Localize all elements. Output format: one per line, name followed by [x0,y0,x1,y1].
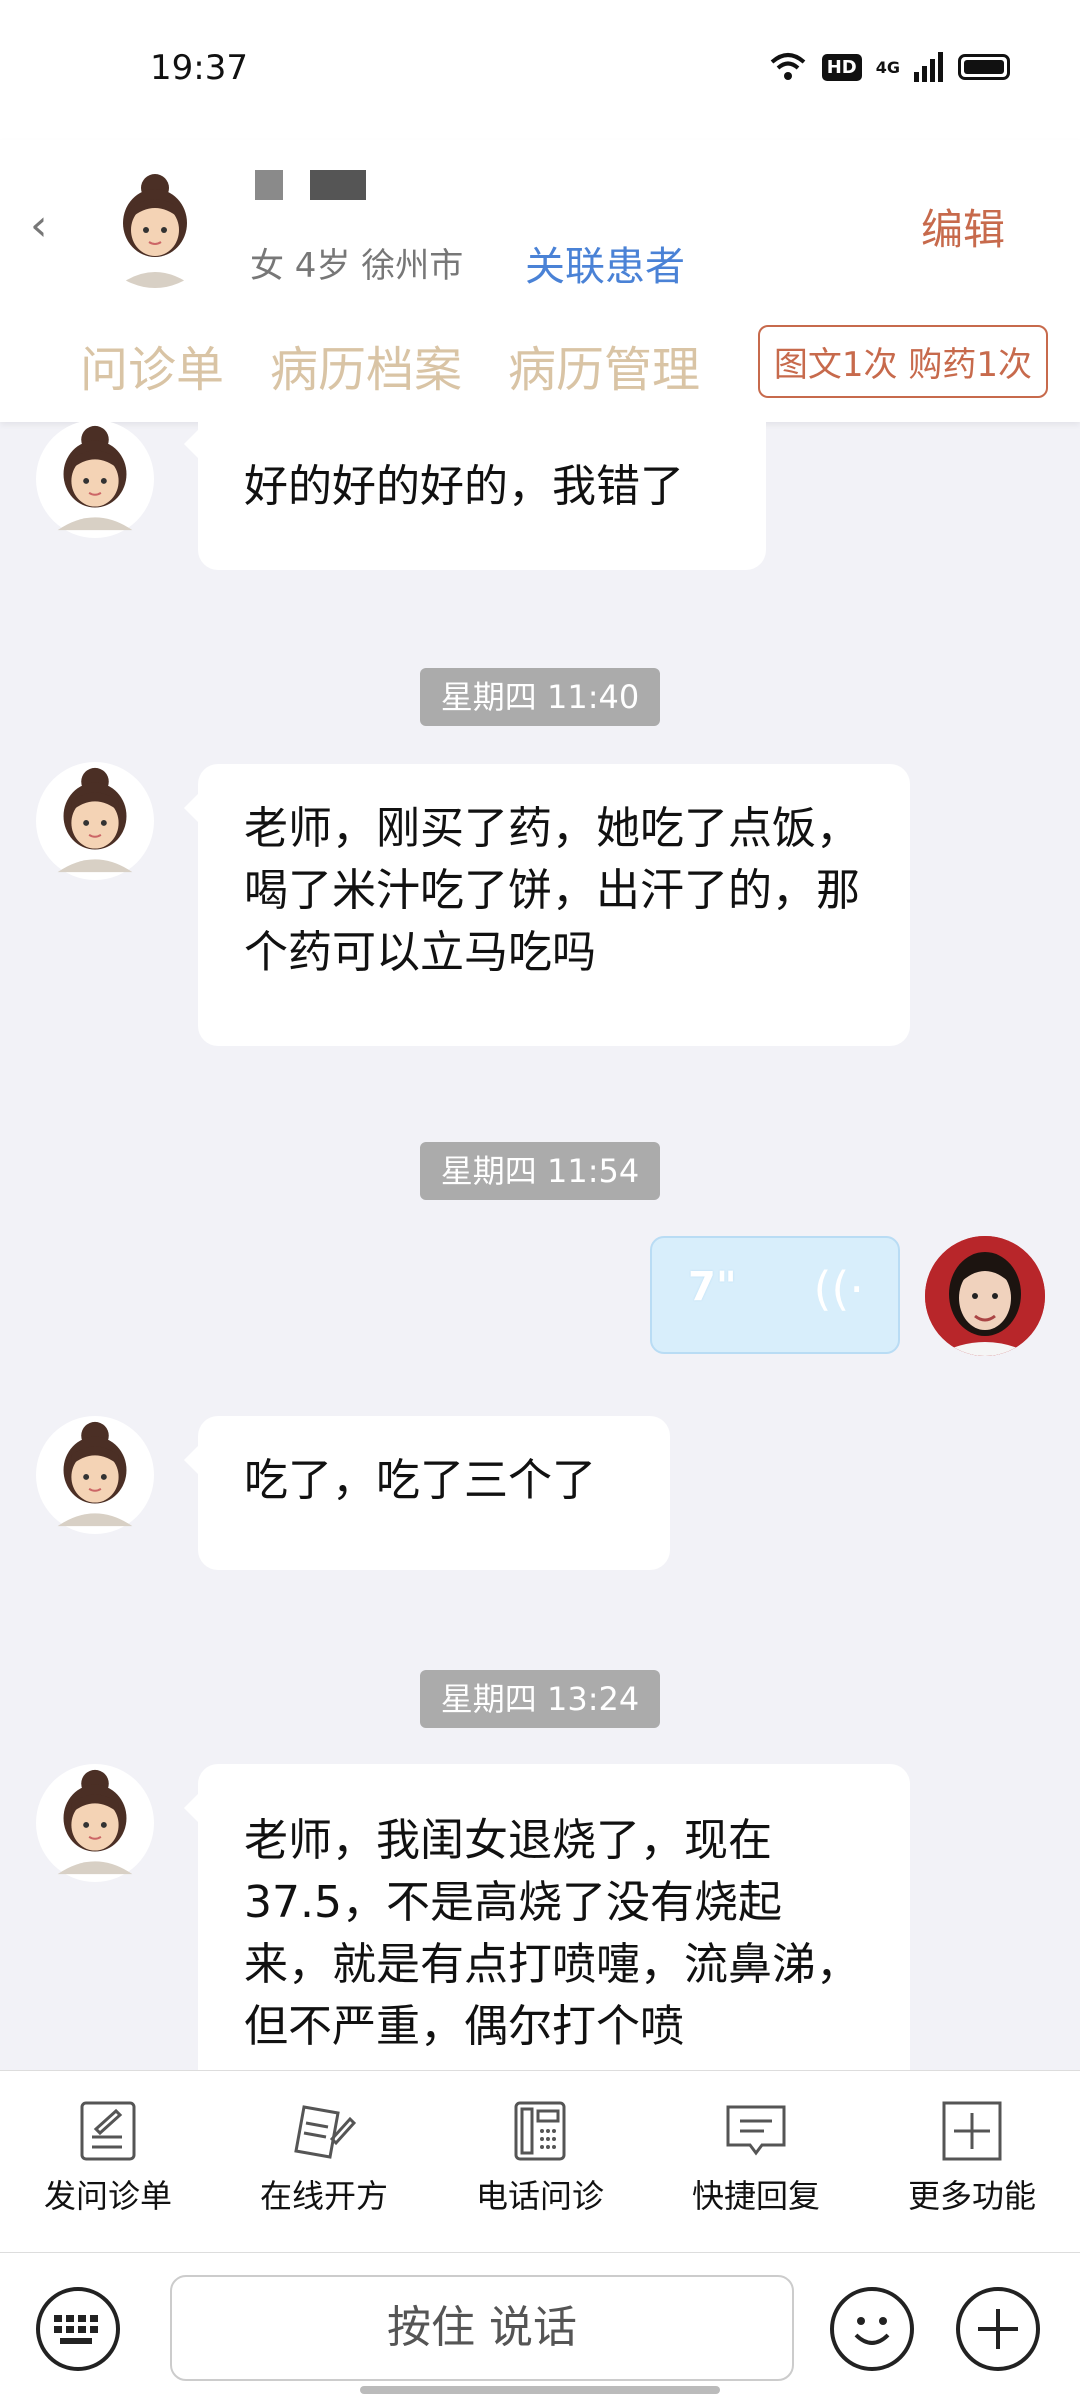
hold-to-talk-button[interactable]: 按住 说话 [170,2275,794,2381]
toolbar-label: 在线开方 [259,2177,388,2215]
signal-icon [914,52,943,82]
service-quota-badge[interactable]: 图文1次 购药1次 [757,325,1048,398]
timestamp: 星期四 13:24 [420,1670,660,1728]
reply-icon [726,2105,786,2156]
home-indicator[interactable] [360,2386,720,2394]
toolbar-label: 快捷回复 [691,2177,820,2215]
voice-message[interactable]: 7" ((· [650,1236,900,1354]
keyboard-toggle-button[interactable] [36,2287,120,2371]
emoji-icon [854,2317,890,2345]
toolbar-label: 电话问诊 [475,2177,604,2215]
message-text: 好的好的好的，我错了 [244,461,684,512]
timestamp: 星期四 11:54 [420,1142,660,1200]
message-bubble[interactable]: 好的好的好的，我错了 [184,422,766,570]
status-bar: 19:37 HD 4G [0,0,1080,140]
patient-avatar [36,1416,154,1534]
patient-header: ‹ 女 4岁 徐州市 关联患者 编辑 问诊单 病历档案 病历管理 图文1次 购药… [0,140,1080,422]
message-text: 老师，我闺女退烧了，现在37.5，不是高烧了没有烧起来，就是有点打喷嚏，流鼻涕，… [244,1815,860,2052]
emoji-button[interactable] [830,2287,914,2371]
message-bubble[interactable]: 吃了，吃了三个了 [184,1416,670,1570]
redacted-name [310,170,366,200]
chat-area[interactable]: 好的好的好的，我错了 星期四 11:40 老师，刚买了药，她吃了点饭，喝了米汁吃… [0,422,1080,2070]
online-prescription-button[interactable]: 在线开方 [216,2071,432,2253]
patient-meta: 女 4岁 徐州市 [250,246,464,286]
network-label: 4G [875,57,900,77]
hd-icon: HD [821,53,862,81]
toolbar-label: 发问诊单 [43,2177,172,2215]
keyboard-icon [54,2315,98,2344]
send-consult-form-button[interactable]: 发问诊单 [0,2071,216,2253]
battery-icon [958,54,1010,80]
phone-consult-button[interactable]: 电话问诊 [432,2071,648,2253]
patient-avatar [36,422,154,538]
form-icon [80,2101,136,2161]
patient-avatar [36,1764,154,1882]
wifi-icon [770,53,806,80]
tab-medical-records[interactable]: 病历档案 [270,330,462,400]
plus-box-icon [942,2101,1002,2161]
patient-avatar [95,168,215,288]
link-patient-button[interactable]: 关联患者 [525,234,685,292]
timestamp: 星期四 11:40 [420,668,660,726]
edit-button[interactable]: 编辑 [921,196,1005,257]
message-text: 吃了，吃了三个了 [244,1455,596,1506]
status-icons: HD 4G [768,52,1010,82]
back-icon[interactable]: ‹ [30,200,70,260]
doctor-avatar [925,1236,1045,1356]
voice-wave-icon: ((· [813,1262,864,1316]
redacted-name [255,170,283,200]
message-bubble[interactable]: 老师，刚买了药，她吃了点饭，喝了米汁吃了饼，出汗了的，那个药可以立马吃吗 [184,764,910,1046]
voice-duration: 7" [688,1264,737,1310]
function-toolbar: 发问诊单 在线开方 电话问诊 快捷回复 更多功能 [0,2070,1080,2253]
toolbar-label: 更多功能 [907,2177,1036,2215]
phone-icon [514,2101,566,2161]
status-time: 19:37 [150,48,248,88]
attach-button[interactable] [956,2287,1040,2371]
message-text: 老师，刚买了药，她吃了点饭，喝了米汁吃了饼，出汗了的，那个药可以立马吃吗 [244,803,860,978]
input-bar: 按住 说话 [0,2252,1080,2401]
message-bubble[interactable]: 老师，我闺女退烧了，现在37.5，不是高烧了没有烧起来，就是有点打喷嚏，流鼻涕，… [184,1764,910,2070]
tab-consult-form[interactable]: 问诊单 [80,330,224,400]
plus-icon [978,2309,1018,2349]
more-functions-button[interactable]: 更多功能 [864,2071,1080,2253]
tab-record-management[interactable]: 病历管理 [508,330,700,400]
header-tabs: 问诊单 病历档案 病历管理 [80,330,700,400]
prescription-icon [294,2105,356,2159]
patient-avatar [36,762,154,880]
quick-reply-button[interactable]: 快捷回复 [648,2071,864,2253]
